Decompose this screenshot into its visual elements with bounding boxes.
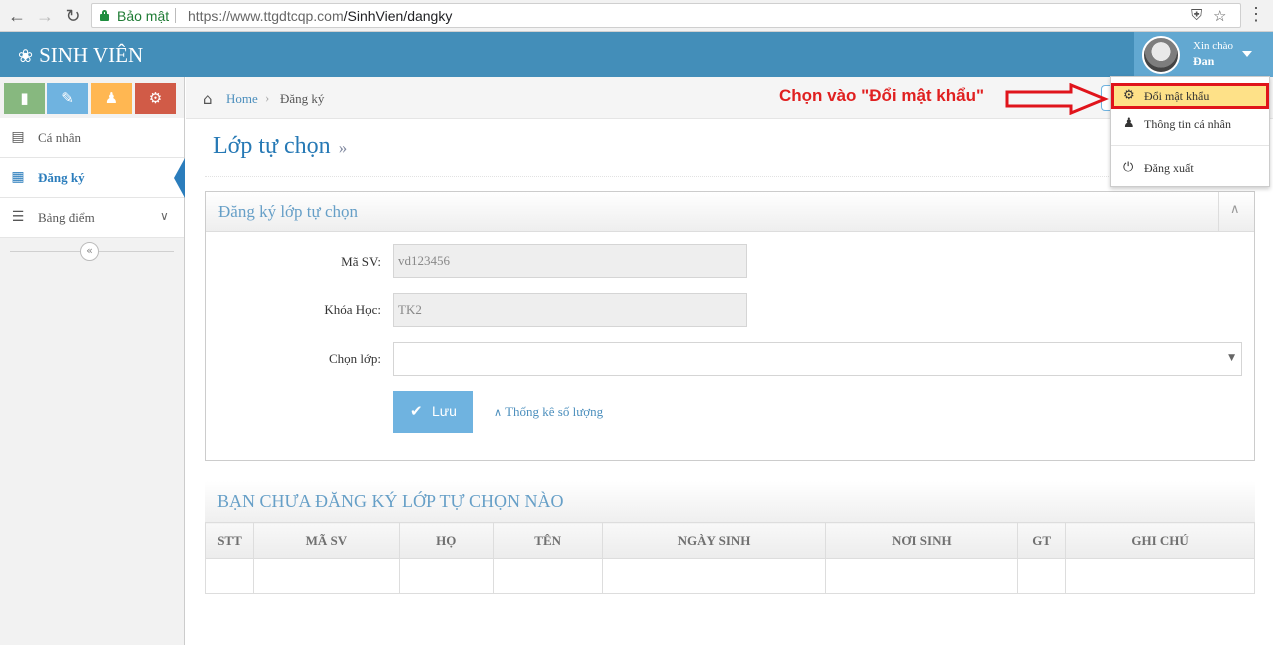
username: Đan	[1193, 54, 1215, 68]
sidebar-item-label: Cá nhân	[38, 130, 81, 145]
menu-item-label: Đổi mật khẩu	[1144, 89, 1210, 103]
back-arrow-icon[interactable]: ←	[6, 5, 28, 27]
sidebar-item-label: Bảng điểm	[38, 210, 95, 225]
breadcrumb-current: Đăng ký	[280, 91, 325, 106]
widget-title: Đăng ký lớp tự chọn	[218, 202, 359, 221]
class-select[interactable]: ▼	[393, 342, 1242, 376]
chevron-up-icon: ∧	[1230, 202, 1240, 217]
menu-item-change-password[interactable]: ⚙ Đổi mật khẩu	[1111, 83, 1269, 109]
table-section-header: BẠN CHƯA ĐĂNG KÝ LỚP TỰ CHỌN NÀO	[205, 481, 1255, 522]
chevron-down-icon: ∨	[160, 209, 169, 223]
sidebar-item-dang-ky[interactable]: ▦ Đăng ký	[0, 158, 185, 198]
sidebar: ▮ ✎ ♟ ⚙ ▤ Cá nhân ▦ Đăng ký ☰ Bảng điểm …	[0, 77, 185, 645]
chevron-up-icon: ∧	[494, 406, 503, 419]
student-id-field: vd123456	[393, 244, 747, 278]
select-arrow-icon: ▼	[1228, 353, 1235, 363]
address-bar[interactable]: Bảo mật https://www.ttgdtcqp.com/SinhVie…	[91, 3, 1241, 28]
calendar-icon: ▦	[11, 169, 25, 185]
lock-icon	[100, 10, 109, 21]
annotation-arrow-icon	[1005, 83, 1109, 115]
menu-item-label: Đăng xuất	[1144, 161, 1194, 175]
browser-toolbar: ← → ↻ Bảo mật https://www.ttgdtcqp.com/S…	[0, 0, 1273, 32]
page-title: Lớp tự chọn»	[213, 133, 348, 159]
home-icon: ⌂	[203, 90, 213, 108]
reload-icon[interactable]: ↻	[62, 5, 84, 27]
column-header[interactable]: GT	[1017, 522, 1067, 559]
signal-icon[interactable]: ▮	[4, 83, 45, 114]
active-indicator	[174, 158, 185, 198]
instruction-annotation: Chọn vào "Đổi mật khẩu"	[779, 86, 985, 105]
list-icon: ☰	[11, 209, 25, 225]
menu-item-profile[interactable]: ♟ Thông tin cá nhân	[1111, 111, 1269, 137]
user-icon: ♟	[1123, 116, 1135, 131]
list-alt-icon: ▤	[11, 129, 25, 145]
power-off-icon: ⏻	[1123, 160, 1134, 175]
pencil-icon[interactable]: ✎	[47, 83, 88, 114]
sidebar-item-bang-diem[interactable]: ☰ Bảng điểm ∨	[0, 198, 184, 238]
check-icon: ✔	[410, 402, 423, 420]
column-header[interactable]: NƠI SINH	[825, 522, 1019, 559]
menu-item-label: Thông tin cá nhân	[1144, 117, 1231, 131]
bookmark-star-icon[interactable]: ☆	[1213, 7, 1226, 25]
column-header[interactable]: TÊN	[492, 522, 603, 559]
address-separator	[175, 8, 176, 23]
page-header-divider	[205, 176, 1255, 177]
cogs-icon[interactable]: ⚙	[135, 83, 176, 114]
widget-collapse-button[interactable]: ∧	[1218, 192, 1254, 232]
save-button[interactable]: ✔ Lưu	[393, 391, 473, 433]
column-header[interactable]: HỌ	[398, 522, 494, 559]
user-greeting: Xin chào Đan	[1193, 40, 1234, 68]
registration-table: STT MÃ SV HỌ TÊN NGÀY SINH NƠI SINH GT G…	[205, 522, 1255, 594]
breadcrumb-home-link[interactable]: Home	[226, 91, 258, 107]
table-header-row: STT MÃ SV HỌ TÊN NGÀY SINH NƠI SINH GT G…	[205, 522, 1255, 559]
widget-header: Đăng ký lớp tự chọn ∧	[206, 192, 1254, 232]
cog-icon: ⚙	[1123, 88, 1135, 103]
breadcrumb-separator: ›	[265, 90, 270, 105]
site-shield-icon[interactable]: ⛨	[1191, 7, 1202, 24]
save-button-label: Lưu	[432, 403, 457, 419]
student-id-label: Mã SV:	[341, 254, 381, 269]
menu-item-logout[interactable]: ⏻ Đăng xuất	[1111, 155, 1269, 181]
sidebar-item-label: Đăng ký	[38, 170, 85, 185]
secure-label: Bảo mật	[117, 8, 170, 24]
class-select-label: Chọn lớp:	[328, 351, 381, 366]
brand[interactable]: ❀ SINH VIÊN	[18, 43, 143, 68]
column-header[interactable]: NGÀY SINH	[601, 522, 827, 559]
column-header[interactable]: STT	[205, 522, 254, 559]
forward-arrow-icon[interactable]: →	[34, 5, 56, 27]
user-menu-toggle[interactable]: Xin chào Đan	[1134, 32, 1273, 77]
browser-menu-icon[interactable]: ⋮	[1247, 4, 1265, 25]
menu-divider	[1111, 145, 1269, 146]
sidebar-collapse: «	[0, 237, 184, 265]
column-header[interactable]: MÃ SV	[252, 522, 400, 559]
course-field: TK2	[393, 293, 747, 327]
avatar	[1142, 36, 1180, 74]
user-dropdown-menu: ⚙ Đổi mật khẩu ♟ Thông tin cá nhân ⏻ Đăn…	[1110, 76, 1270, 187]
url-text: https://www.ttgdtcqp.com/SinhVien/dangky	[188, 8, 453, 24]
table-title: BẠN CHƯA ĐĂNG KÝ LỚP TỰ CHỌN NÀO	[217, 491, 564, 511]
caret-down-icon	[1242, 51, 1252, 57]
leaf-icon: ❀	[18, 46, 34, 66]
stats-link[interactable]: ∧ Thống kê số lượng	[494, 404, 603, 420]
app-navbar: ❀ SINH VIÊN Xin chào Đan	[0, 32, 1273, 77]
table-row	[205, 558, 1255, 594]
users-icon[interactable]: ♟	[91, 83, 132, 114]
sidebar-item-ca-nhan[interactable]: ▤ Cá nhân	[0, 118, 184, 158]
double-angle-left-icon[interactable]: «	[80, 242, 99, 261]
course-label: Khóa Học:	[324, 302, 381, 317]
column-header[interactable]: GHI CHÚ	[1065, 522, 1255, 559]
